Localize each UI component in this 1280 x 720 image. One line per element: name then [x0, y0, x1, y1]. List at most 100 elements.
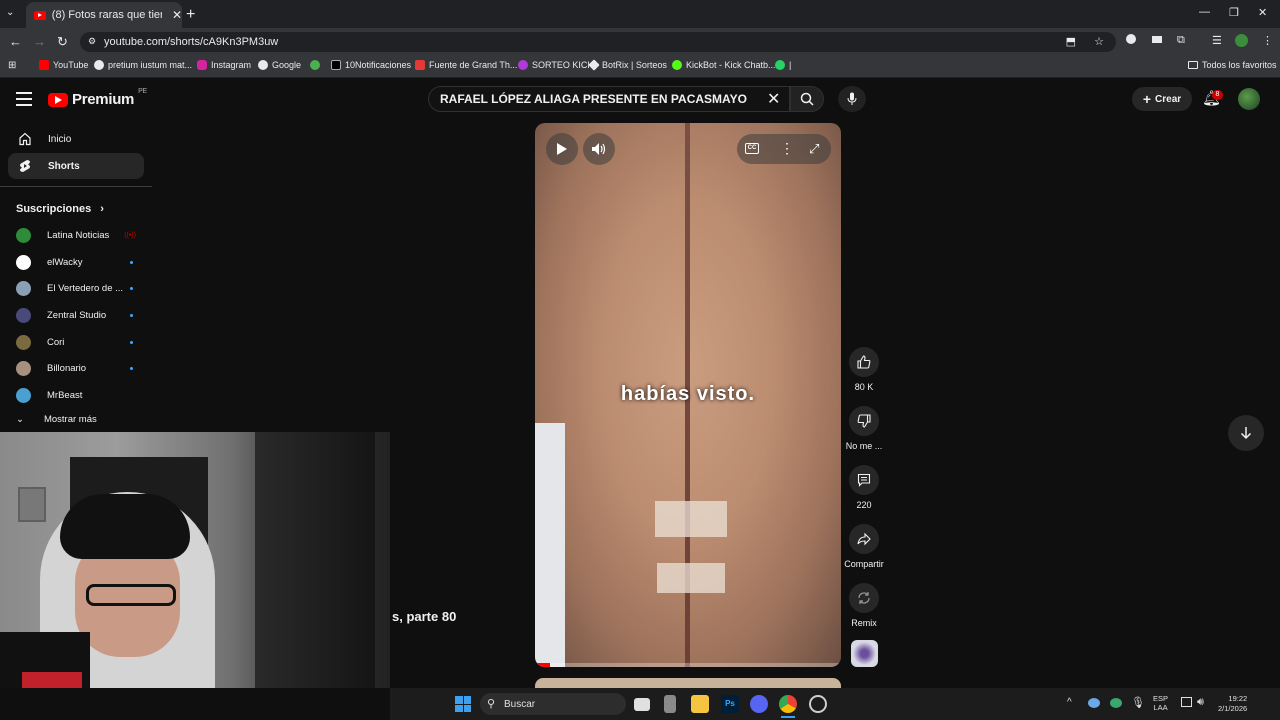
subscriptions-heading[interactable]: Suscripciones ›: [16, 203, 104, 215]
subscription-item[interactable]: Cori: [16, 332, 140, 352]
subscription-item[interactable]: MrBeast: [16, 385, 140, 405]
voice-search-button[interactable]: [838, 86, 866, 112]
app-icon[interactable]: [809, 695, 827, 713]
site-info-icon[interactable]: ⚙: [88, 36, 96, 47]
volume-button[interactable]: [583, 133, 615, 165]
browser-tab[interactable]: (8) Fotos raras que tienes que v ✕: [26, 2, 182, 28]
minimize-icon[interactable]: —: [1199, 6, 1210, 18]
subscription-item[interactable]: Billonario: [16, 358, 140, 378]
bookmark-10notificaciones[interactable]: 10Notificaciones: [331, 60, 411, 70]
sidebar-item-inicio[interactable]: Inicio: [8, 126, 144, 152]
bookmark-whatsapp[interactable]: |: [775, 60, 791, 70]
reload-icon[interactable]: ↻: [57, 34, 68, 50]
search-icon: [800, 92, 814, 106]
remix-icon: [858, 592, 870, 604]
search-input[interactable]: RAFAEL LÓPEZ ALIAGA PRESENTE EN PACASMAY…: [428, 86, 790, 112]
profile-avatar[interactable]: [1235, 34, 1248, 47]
thumbs-down-icon: [857, 414, 871, 428]
app-icon[interactable]: [664, 695, 676, 713]
photoshop-icon[interactable]: Ps: [721, 695, 739, 713]
speaker-icon[interactable]: 🔊︎: [1197, 696, 1204, 709]
remix-button[interactable]: Remix: [841, 583, 887, 628]
bookmark-pinwheel[interactable]: [310, 60, 320, 70]
dislike-button[interactable]: No me ...: [841, 406, 887, 451]
network-icon[interactable]: [1181, 697, 1192, 707]
create-button[interactable]: + Crear: [1132, 87, 1192, 111]
channel-avatar: [16, 307, 31, 323]
pinwheel-icon: [310, 60, 320, 70]
browser-menu-icon[interactable]: ⋮: [1262, 34, 1273, 47]
forward-icon[interactable]: →: [33, 34, 46, 49]
youtube-favicon-icon: [34, 10, 46, 20]
new-tab-icon[interactable]: +: [186, 6, 195, 24]
video-progress-bar[interactable]: [535, 663, 841, 667]
show-more-button[interactable]: ⌄ Mostrar más: [16, 414, 97, 425]
extensions-puzzle-icon[interactable]: ⧉: [1177, 34, 1185, 47]
bookmark-youtube[interactable]: YouTube: [39, 60, 88, 70]
subscription-item[interactable]: elWacky: [16, 252, 140, 272]
bookmark-pretium[interactable]: pretium iustum mat...: [94, 60, 192, 70]
taskbar-search[interactable]: ⚲ Buscar: [480, 693, 626, 715]
extension-icon[interactable]: [1126, 34, 1136, 44]
reading-list-icon[interactable]: ☰: [1212, 34, 1222, 47]
discord-icon[interactable]: [750, 695, 768, 713]
bookmark-botrix[interactable]: BotRix | Sorteos: [588, 59, 667, 71]
play-button[interactable]: [546, 133, 578, 165]
bookmark-star-icon[interactable]: ☆: [1094, 35, 1104, 48]
tray-icon[interactable]: [1088, 698, 1100, 708]
close-tab-icon[interactable]: ✕: [172, 8, 182, 22]
show-hidden-icons-chevron-icon[interactable]: ^: [1067, 697, 1072, 708]
subscription-item[interactable]: Latina Noticias ((•)): [16, 225, 140, 245]
x-icon: [331, 60, 341, 70]
taskbar-clock[interactable]: 19:22 2/1/2026: [1218, 694, 1247, 714]
tab-list-icon[interactable]: ⌄: [6, 7, 14, 18]
share-icon: [857, 532, 871, 546]
account-avatar[interactable]: [1238, 88, 1260, 110]
url-bar[interactable]: ⚙ youtube.com/shorts/cA9Kn3PM3uw ⬒ ☆: [80, 32, 1116, 52]
apps-grid-icon[interactable]: ⊞: [8, 60, 16, 71]
comments-button[interactable]: 220: [841, 465, 887, 510]
bookmark-google[interactable]: Google: [258, 60, 301, 70]
youtube-premium-logo[interactable]: Premium PE: [48, 88, 147, 108]
new-content-dot: [130, 366, 133, 370]
microphone-tray-icon[interactable]: 🎙︎: [1131, 696, 1145, 709]
install-icon[interactable]: ⬒: [1066, 35, 1076, 48]
audio-source-thumbnail[interactable]: [851, 640, 878, 667]
more-options-icon[interactable]: ⋮: [780, 140, 794, 157]
like-button[interactable]: 80 K: [841, 347, 887, 392]
clear-search-icon[interactable]: ✕: [767, 89, 780, 109]
sidebar-item-label: Inicio: [48, 133, 72, 145]
extension-icon[interactable]: [1152, 36, 1162, 43]
new-content-dot: [130, 260, 133, 264]
windows-start-icon[interactable]: [455, 696, 471, 712]
tray-icon[interactable]: [1110, 698, 1122, 708]
input-language[interactable]: ESP LAA: [1153, 694, 1168, 712]
channel-avatar: [16, 227, 31, 243]
subscription-item[interactable]: Zentral Studio: [16, 305, 140, 325]
close-window-icon[interactable]: ✕: [1258, 6, 1267, 19]
task-view-icon[interactable]: [634, 698, 650, 711]
subscription-item[interactable]: El Vertedero de ...: [16, 278, 140, 298]
new-content-dot: [130, 340, 133, 344]
google-icon: [258, 60, 268, 70]
back-icon[interactable]: ←: [9, 34, 22, 49]
bookmark-grand-theft[interactable]: Fuente de Grand Th...: [415, 60, 517, 70]
sidebar-item-shorts[interactable]: Shorts: [8, 153, 144, 179]
bookmark-sorteo-kick[interactable]: SORTEO KICK: [518, 60, 593, 70]
font-icon: [415, 60, 425, 70]
restore-icon[interactable]: ❐: [1229, 6, 1239, 19]
short-title: s, parte 80: [392, 609, 457, 624]
chrome-icon[interactable]: [779, 695, 797, 713]
captions-icon[interactable]: CC: [745, 143, 759, 154]
file-explorer-icon[interactable]: [691, 695, 709, 713]
fullscreen-icon[interactable]: ⤢: [809, 141, 819, 157]
menu-icon[interactable]: [16, 92, 32, 110]
share-button[interactable]: Compartir: [841, 524, 887, 569]
next-short-button[interactable]: [1228, 415, 1264, 451]
search-button[interactable]: [790, 86, 824, 112]
bookmark-instagram[interactable]: Instagram: [197, 60, 251, 70]
bookmark-kickbot[interactable]: KickBot - Kick Chatb...: [672, 60, 776, 70]
channel-avatar: [16, 360, 31, 376]
channel-avatar: [16, 387, 31, 403]
all-bookmarks[interactable]: Todos los favoritos: [1188, 60, 1277, 70]
